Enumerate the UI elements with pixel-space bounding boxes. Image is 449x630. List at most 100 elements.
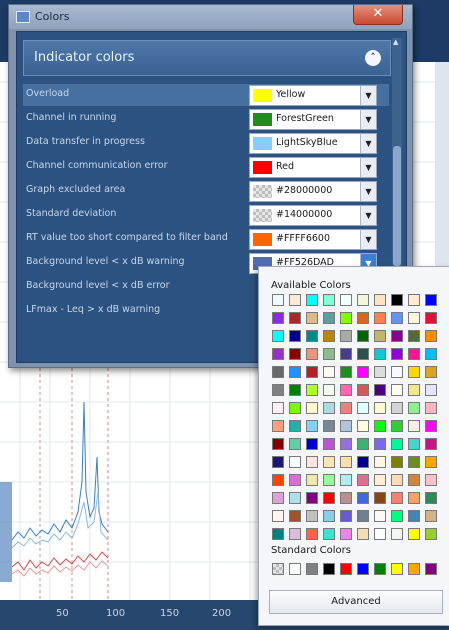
color-cell[interactable]	[323, 474, 335, 486]
color-combo[interactable]: #FFFF6600 ▼	[249, 229, 377, 250]
color-cell[interactable]	[323, 312, 335, 324]
color-cell[interactable]	[357, 420, 369, 432]
standard-color-cell[interactable]	[272, 563, 284, 575]
color-combo[interactable]: Yellow ▼	[249, 85, 377, 106]
color-cell[interactable]	[357, 438, 369, 450]
color-cell[interactable]	[425, 402, 437, 414]
color-cell[interactable]	[408, 474, 420, 486]
color-cell[interactable]	[340, 384, 352, 396]
color-cell[interactable]	[357, 366, 369, 378]
color-cell[interactable]	[391, 312, 403, 324]
color-combo[interactable]: Red ▼	[249, 157, 377, 178]
collapse-icon[interactable]: ˄	[365, 50, 381, 66]
color-cell[interactable]	[391, 510, 403, 522]
color-cell[interactable]	[306, 438, 318, 450]
color-cell[interactable]	[357, 348, 369, 360]
color-cell[interactable]	[272, 366, 284, 378]
standard-color-cell[interactable]	[323, 563, 335, 575]
section-header-indicator-colors[interactable]: Indicator colors ˄	[23, 40, 391, 76]
color-cell[interactable]	[357, 402, 369, 414]
color-cell[interactable]	[408, 330, 420, 342]
color-cell[interactable]	[306, 456, 318, 468]
color-cell[interactable]	[357, 474, 369, 486]
color-cell[interactable]	[357, 492, 369, 504]
color-cell[interactable]	[357, 294, 369, 306]
indicator-row[interactable]: Overload Yellow ▼	[23, 84, 389, 106]
color-cell[interactable]	[272, 438, 284, 450]
color-cell[interactable]	[408, 366, 420, 378]
color-combo[interactable]: #28000000 ▼	[249, 181, 377, 202]
indicator-row[interactable]: Data transfer in progress LightSkyBlue ▼	[23, 132, 389, 154]
color-cell[interactable]	[340, 438, 352, 450]
color-cell[interactable]	[272, 294, 284, 306]
color-cell[interactable]	[323, 438, 335, 450]
color-cell[interactable]	[340, 348, 352, 360]
color-cell[interactable]	[425, 528, 437, 540]
chevron-down-icon[interactable]: ▼	[360, 230, 376, 249]
color-cell[interactable]	[323, 330, 335, 342]
chevron-down-icon[interactable]: ▼	[360, 110, 376, 129]
color-cell[interactable]	[323, 402, 335, 414]
chevron-down-icon[interactable]: ▼	[360, 86, 376, 105]
color-cell[interactable]	[289, 384, 301, 396]
color-cell[interactable]	[272, 384, 284, 396]
color-cell[interactable]	[425, 438, 437, 450]
color-cell[interactable]	[374, 402, 386, 414]
color-cell[interactable]	[425, 510, 437, 522]
standard-color-cell[interactable]	[289, 563, 301, 575]
color-cell[interactable]	[391, 420, 403, 432]
color-cell[interactable]	[408, 420, 420, 432]
color-cell[interactable]	[306, 402, 318, 414]
color-cell[interactable]	[357, 510, 369, 522]
standard-color-cell[interactable]	[374, 563, 386, 575]
color-cell[interactable]	[289, 366, 301, 378]
indicator-row[interactable]: Channel in running ForestGreen ▼	[23, 108, 389, 130]
color-cell[interactable]	[306, 420, 318, 432]
color-cell[interactable]	[357, 312, 369, 324]
color-cell[interactable]	[425, 492, 437, 504]
color-cell[interactable]	[408, 510, 420, 522]
color-cell[interactable]	[306, 510, 318, 522]
color-cell[interactable]	[323, 528, 335, 540]
color-cell[interactable]	[391, 492, 403, 504]
color-cell[interactable]	[289, 438, 301, 450]
color-cell[interactable]	[323, 492, 335, 504]
color-cell[interactable]	[425, 312, 437, 324]
color-cell[interactable]	[272, 528, 284, 540]
advanced-button[interactable]: Advanced	[269, 590, 443, 614]
color-cell[interactable]	[408, 294, 420, 306]
scrollbar-thumb[interactable]	[393, 146, 401, 266]
color-cell[interactable]	[289, 420, 301, 432]
color-cell[interactable]	[425, 474, 437, 486]
color-cell[interactable]	[272, 420, 284, 432]
color-cell[interactable]	[374, 474, 386, 486]
color-cell[interactable]	[306, 312, 318, 324]
color-cell[interactable]	[425, 384, 437, 396]
color-cell[interactable]	[306, 330, 318, 342]
standard-color-cell[interactable]	[425, 563, 437, 575]
color-cell[interactable]	[391, 438, 403, 450]
color-cell[interactable]	[323, 294, 335, 306]
color-cell[interactable]	[323, 384, 335, 396]
color-cell[interactable]	[289, 312, 301, 324]
color-cell[interactable]	[391, 294, 403, 306]
color-cell[interactable]	[272, 330, 284, 342]
color-cell[interactable]	[408, 438, 420, 450]
color-cell[interactable]	[374, 456, 386, 468]
standard-color-cell[interactable]	[391, 563, 403, 575]
color-cell[interactable]	[340, 294, 352, 306]
color-cell[interactable]	[340, 474, 352, 486]
color-cell[interactable]	[340, 312, 352, 324]
color-cell[interactable]	[289, 294, 301, 306]
color-cell[interactable]	[272, 492, 284, 504]
color-cell[interactable]	[425, 330, 437, 342]
color-cell[interactable]	[340, 456, 352, 468]
color-cell[interactable]	[425, 456, 437, 468]
color-cell[interactable]	[374, 366, 386, 378]
standard-color-cell[interactable]	[357, 563, 369, 575]
color-cell[interactable]	[340, 492, 352, 504]
color-cell[interactable]	[374, 348, 386, 360]
color-cell[interactable]	[306, 384, 318, 396]
color-cell[interactable]	[306, 348, 318, 360]
color-cell[interactable]	[306, 528, 318, 540]
